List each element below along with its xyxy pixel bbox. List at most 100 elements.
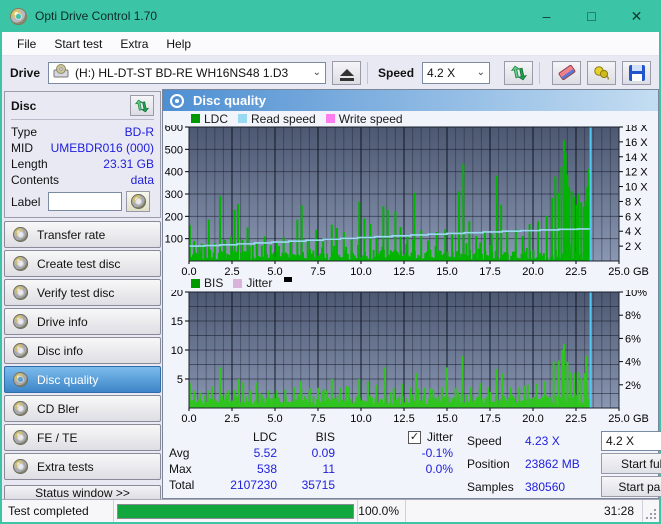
eject-icon bbox=[339, 69, 354, 81]
svg-text:5: 5 bbox=[177, 374, 183, 386]
legend-item: Write speed bbox=[325, 111, 403, 126]
legend-item: Jitter bbox=[233, 276, 272, 290]
disc-info-label: MID bbox=[11, 141, 33, 155]
legend-label: Jitter bbox=[246, 276, 273, 291]
quality-speed-select[interactable]: 4.2 X⌄ bbox=[601, 430, 661, 451]
stats-area: LDC BIS ✓ Jitter Avg 5.52 0.09 -0.1% Max 538 11 0.0… bbox=[163, 425, 661, 498]
svg-text:2.5: 2.5 bbox=[224, 413, 239, 425]
label-disc-button[interactable] bbox=[126, 191, 151, 212]
close-button[interactable]: ✕ bbox=[614, 0, 659, 32]
sidebar-item-label: Transfer rate bbox=[37, 227, 106, 242]
plug-button[interactable] bbox=[587, 60, 617, 85]
side-stats: Speed 4.23 X 4.2 X⌄ Position 23862 MB Start f… bbox=[467, 429, 661, 498]
progress-percent: 100.0% bbox=[358, 500, 406, 522]
sidebar-item-disc-quality[interactable]: Disc quality bbox=[4, 366, 161, 393]
jitter-checkbox[interactable]: ✓ bbox=[407, 430, 421, 444]
stats-row-label: Total bbox=[169, 478, 195, 492]
maximize-button[interactable]: □ bbox=[569, 0, 614, 32]
drive-select[interactable]: (H:) HL-DT-ST BD-RE WH16NS48 1.D3 ⌄ bbox=[48, 61, 327, 84]
svg-text:GB: GB bbox=[633, 266, 649, 277]
svg-text:12.5: 12.5 bbox=[393, 266, 414, 277]
svg-text:200: 200 bbox=[165, 211, 183, 223]
refresh-button[interactable] bbox=[504, 60, 534, 85]
sidebar-item-verify-test-disc[interactable]: Verify test disc bbox=[4, 279, 161, 306]
bis-chart-legend: BIS Jitter bbox=[191, 276, 658, 290]
erase-button[interactable] bbox=[552, 60, 582, 85]
menu-item-start-test[interactable]: Start test bbox=[45, 34, 111, 54]
sidebar-item-fe-te[interactable]: FE / TE bbox=[4, 424, 161, 451]
svg-text:6%: 6% bbox=[625, 333, 641, 345]
disc-info-label: Length bbox=[11, 157, 48, 171]
disc-icon bbox=[170, 93, 184, 108]
drive-value: (H:) HL-DT-ST BD-RE WH16NS48 1.D3 bbox=[75, 65, 289, 80]
ldc-chart-legend: LDC Read speed Write speed bbox=[191, 111, 658, 126]
svg-text:15.0: 15.0 bbox=[436, 266, 457, 277]
page-title: Disc quality bbox=[193, 93, 266, 108]
save-button[interactable] bbox=[622, 60, 652, 85]
menu-item-file[interactable]: File bbox=[8, 34, 45, 54]
disc-icon bbox=[13, 459, 28, 474]
svg-text:GB: GB bbox=[633, 413, 649, 425]
start-full-button[interactable]: Start full bbox=[601, 453, 661, 474]
menu-item-help[interactable]: Help bbox=[157, 34, 200, 54]
side-stat-value: 23862 MB bbox=[525, 456, 580, 471]
sidebar: Disc Type BD-R MID UMEBDR016 (000) Length 23.… bbox=[2, 89, 162, 501]
sidebar-item-cd-bler[interactable]: CD Bler bbox=[4, 395, 161, 422]
side-stat-value: 380560 bbox=[525, 479, 566, 494]
resize-grip[interactable] bbox=[643, 500, 659, 522]
svg-text:6 X: 6 X bbox=[625, 211, 642, 223]
sidebar-item-create-test-disc[interactable]: Create test disc bbox=[4, 250, 161, 277]
start-part-button[interactable]: Start part bbox=[601, 476, 661, 497]
svg-text:25.0: 25.0 bbox=[608, 413, 629, 425]
side-stat-label: Position bbox=[467, 456, 510, 471]
disc-info-value: data bbox=[130, 173, 154, 187]
disc-icon bbox=[13, 285, 28, 300]
svg-text:25.0: 25.0 bbox=[608, 266, 629, 277]
stats-ldc-value: 538 bbox=[256, 462, 277, 476]
sidebar-item-drive-info[interactable]: Drive info bbox=[4, 308, 161, 335]
stats-jitter-value: -0.1% bbox=[421, 446, 453, 460]
eject-button[interactable] bbox=[332, 60, 362, 85]
disc-info-value: BD-R bbox=[124, 125, 154, 139]
stats-table: LDC BIS ✓ Jitter Avg 5.52 0.09 -0.1% Max 538 11 0.0… bbox=[169, 429, 453, 498]
legend-label: Write speed bbox=[338, 111, 403, 126]
svg-text:22.5: 22.5 bbox=[565, 413, 586, 425]
bis-column-header: BIS bbox=[315, 430, 335, 444]
svg-text:5.0: 5.0 bbox=[267, 266, 282, 277]
main-panel: Disc quality LDC Read speed Write speed 10… bbox=[162, 89, 661, 499]
svg-text:10: 10 bbox=[171, 345, 183, 357]
svg-text:5.0: 5.0 bbox=[267, 413, 282, 425]
titlebar: Opti Drive Control 1.70 – □ ✕ bbox=[2, 0, 659, 32]
svg-text:400: 400 bbox=[165, 167, 183, 179]
stats-bis-value: 11 bbox=[322, 462, 335, 476]
minimize-button[interactable]: – bbox=[524, 0, 569, 32]
disc-info-label: Contents bbox=[11, 173, 60, 187]
menu-item-extra[interactable]: Extra bbox=[111, 34, 157, 54]
elapsed-time: 31:28 bbox=[406, 500, 643, 522]
label-input[interactable] bbox=[48, 192, 123, 211]
sidebar-item-label: Verify test disc bbox=[37, 285, 115, 300]
sidebar-item-disc-info[interactable]: Disc info bbox=[4, 337, 161, 364]
svg-text:20.0: 20.0 bbox=[522, 413, 543, 425]
disc-refresh-button[interactable] bbox=[130, 95, 154, 116]
svg-text:15.0: 15.0 bbox=[436, 413, 457, 425]
speed-value: 4.2 X bbox=[427, 65, 456, 80]
svg-text:2.5: 2.5 bbox=[224, 266, 239, 277]
svg-text:8 X: 8 X bbox=[625, 196, 642, 208]
chevron-down-icon: ⌄ bbox=[476, 67, 486, 78]
toolbar-separator bbox=[367, 61, 369, 84]
disc-info-value: 23.31 GB bbox=[103, 157, 154, 171]
legend-label: Read speed bbox=[251, 111, 316, 126]
side-stat-label: Speed bbox=[467, 433, 502, 448]
stats-row-label: Max bbox=[169, 462, 192, 476]
svg-text:15: 15 bbox=[171, 316, 183, 328]
svg-text:2 X: 2 X bbox=[625, 241, 642, 253]
sidebar-item-extra-tests[interactable]: Extra tests bbox=[4, 453, 161, 480]
svg-text:100: 100 bbox=[165, 234, 183, 246]
svg-text:8%: 8% bbox=[625, 310, 641, 322]
sidebar-item-transfer-rate[interactable]: Transfer rate bbox=[4, 221, 161, 248]
side-stat-label: Samples bbox=[467, 479, 514, 494]
disc-panel-title: Disc bbox=[11, 98, 37, 113]
menubar: File Start test Extra Help bbox=[2, 32, 659, 56]
speed-select[interactable]: 4.2 X ⌄ bbox=[422, 61, 491, 84]
